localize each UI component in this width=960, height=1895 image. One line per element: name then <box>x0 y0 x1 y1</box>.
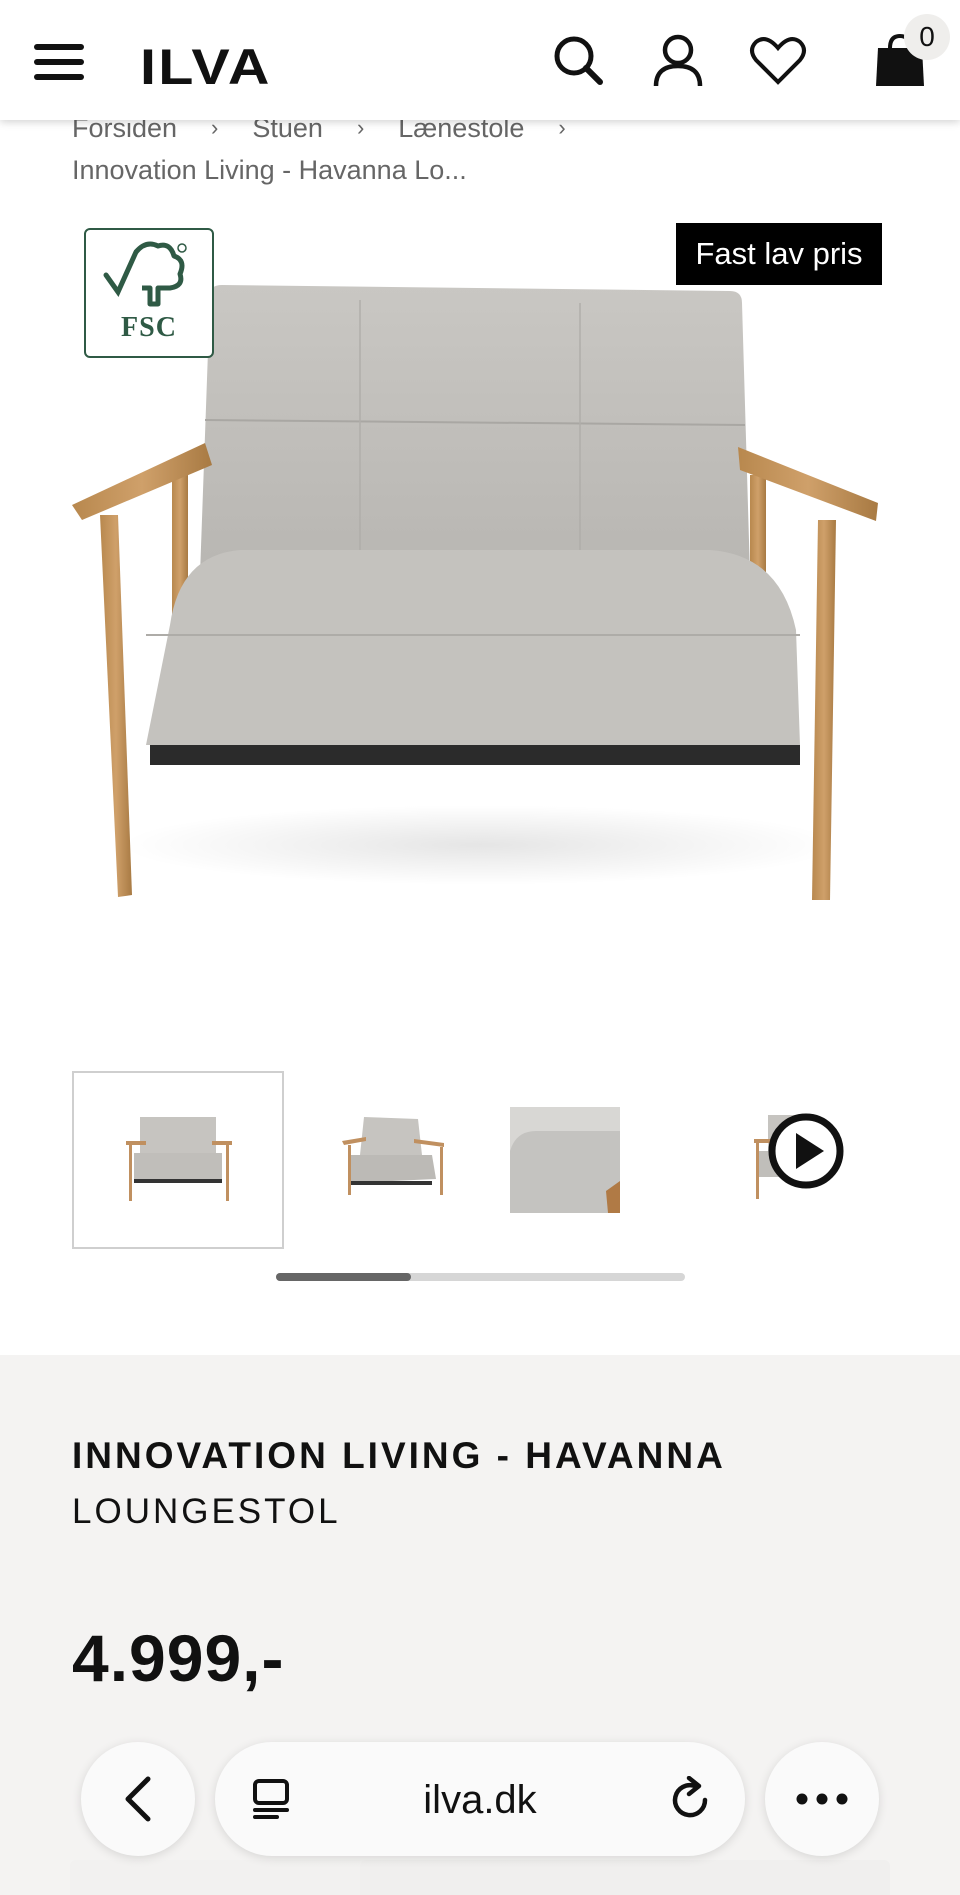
fsc-certification-badge: FSC <box>84 228 214 358</box>
url-text[interactable]: ilva.dk <box>215 1778 745 1823</box>
thumbnail-front-view[interactable] <box>72 1071 284 1249</box>
thumbnail-angle-view[interactable] <box>284 1071 496 1249</box>
thumbnail-scrollbar-thumb[interactable] <box>276 1273 411 1281</box>
product-brand-title: INNOVATION LIVING - HAVANNA <box>72 1435 726 1476</box>
thumbnail-carousel <box>72 1071 892 1249</box>
ilva-logo[interactable]: ILVA <box>140 38 272 96</box>
fast-low-price-badge: Fast lav pris <box>676 223 882 285</box>
fsc-tree-icon <box>103 241 187 307</box>
more-icon <box>796 1793 848 1805</box>
breadcrumb-current: Innovation Living - Havanna Lo... <box>72 155 467 185</box>
cart-count-badge[interactable]: 0 <box>904 14 950 60</box>
hamburger-menu-icon[interactable] <box>34 44 84 86</box>
product-type: LOUNGESTOL <box>72 1492 341 1531</box>
back-chevron-icon <box>125 1776 151 1822</box>
user-icon[interactable] <box>648 30 708 90</box>
thumbnail-scrollbar[interactable] <box>276 1273 685 1281</box>
product-price: 4.999,- <box>72 1621 285 1695</box>
site-header: ILVA 0 <box>0 0 960 120</box>
reload-icon[interactable] <box>669 1776 713 1822</box>
browser-back-button[interactable] <box>81 1742 195 1856</box>
search-icon[interactable] <box>548 30 608 90</box>
product-page: ILVA 0 Forsiden › Stuen › Lænestole › In… <box>0 0 960 1895</box>
breadcrumb: Forsiden › Stuen › Lænestole › Innovatio… <box>72 108 892 190</box>
thumbnail-fabric-detail[interactable] <box>496 1071 708 1249</box>
fsc-label: FSC <box>121 312 177 343</box>
heart-icon[interactable] <box>748 30 808 90</box>
play-icon[interactable] <box>766 1111 846 1191</box>
thumbnail-video[interactable] <box>708 1071 920 1249</box>
browser-address-bar[interactable]: ilva.dk <box>215 1742 745 1856</box>
browser-more-button[interactable] <box>765 1742 879 1856</box>
